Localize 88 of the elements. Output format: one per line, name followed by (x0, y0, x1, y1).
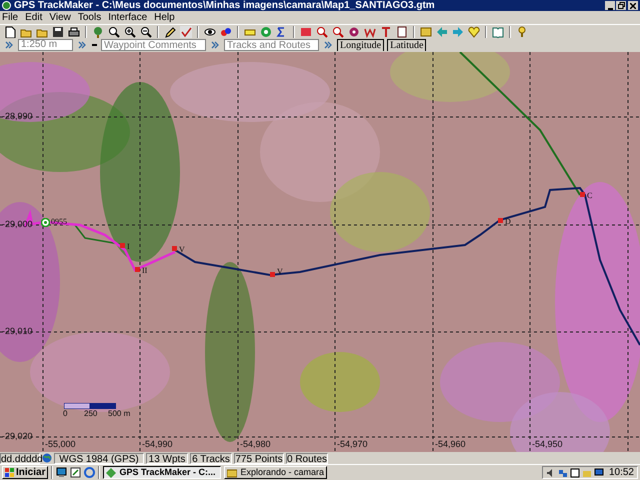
zoom-in-icon[interactable] (124, 26, 136, 38)
waypoint-marker-icon (580, 192, 585, 197)
scale-bar-icon (64, 403, 116, 409)
zoom-icon[interactable] (316, 26, 328, 38)
waypoint-flag-icon (41, 218, 50, 227)
waypoint-label: II (142, 267, 148, 275)
desktop-icon[interactable] (56, 467, 68, 478)
close-icon (630, 2, 636, 8)
pencil-icon[interactable] (70, 467, 82, 478)
latitude-label: -29,010 (2, 327, 33, 336)
menu-item[interactable]: Edit (25, 11, 42, 24)
status-text: 775 Points (234, 452, 284, 464)
menu-item[interactable]: File (2, 11, 18, 24)
waypoint-label: D (505, 218, 511, 226)
heart-icon[interactable] (468, 26, 480, 38)
print-icon[interactable] (68, 26, 80, 38)
longitude-label: -54,980 (240, 440, 271, 449)
coordinate-label: Longitude (337, 39, 384, 51)
book-icon[interactable] (492, 26, 504, 38)
waypoint-label: I (127, 243, 130, 251)
minimize-button[interactable] (605, 1, 615, 10)
status-text: 13 Wpts (146, 452, 188, 464)
longitude-label: -54,990 (142, 440, 173, 449)
menu-item[interactable]: Tools (78, 11, 102, 24)
folder-icon (227, 468, 238, 478)
save-icon[interactable] (52, 26, 64, 38)
coordinate-label: Latitude (387, 39, 426, 51)
waypoint-label: V (179, 246, 185, 254)
new-file-icon[interactable] (4, 26, 16, 38)
double-chevron-icon[interactable] (78, 41, 86, 49)
double-chevron-icon[interactable] (324, 41, 332, 49)
windows-logo-icon (5, 468, 14, 477)
restore-button[interactable] (616, 1, 626, 10)
clock-text: 10:52 (608, 467, 634, 478)
app-icon (106, 468, 116, 478)
scale-label: 250 (84, 410, 98, 418)
target-icon[interactable] (260, 26, 272, 38)
zoom-out-icon[interactable] (140, 26, 152, 38)
longitude-label: -54,950 (532, 440, 563, 449)
waypoint-marker-icon (135, 267, 140, 272)
longitude-label: -54,970 (337, 440, 368, 449)
document-icon[interactable] (396, 26, 408, 38)
start-button[interactable]: Iniciar (2, 466, 48, 479)
minimize-icon (608, 8, 612, 10)
waypoint-marker-icon (120, 243, 125, 248)
monitor-icon[interactable] (594, 468, 604, 478)
taskbar-button[interactable]: Explorando - camara (224, 466, 328, 479)
browser-icon[interactable] (84, 467, 96, 478)
status-text: 6 Tracks (190, 452, 232, 464)
latitude-label: -29,020 (2, 432, 33, 441)
gear-icon[interactable] (348, 26, 360, 38)
double-chevron-icon[interactable] (5, 41, 13, 49)
scale-label: 0 (63, 410, 68, 418)
double-chevron-icon[interactable] (211, 41, 219, 49)
menu-item[interactable]: Interface (108, 11, 148, 24)
waypoint-icon[interactable] (300, 26, 312, 38)
calendar-icon[interactable] (570, 468, 580, 478)
menu-item[interactable]: Help (154, 11, 175, 24)
status-text: 0 Routes (286, 452, 328, 464)
waypoint-marker-icon (498, 218, 503, 223)
status-text: dd.ddddd (0, 452, 40, 464)
help-icon[interactable] (516, 26, 528, 38)
latitude-label: -28,990 (2, 112, 33, 121)
t-icon[interactable] (380, 26, 392, 38)
waypoint-comments-field[interactable]: Waypoint Comments (101, 39, 206, 51)
window-title: GPS TrackMaker - C:\Meus documentos\Minhas imagens\camara\Map1_SANTIAGO3.gtm (14, 0, 436, 11)
network-icon[interactable] (558, 468, 568, 478)
zoom-icon[interactable] (108, 26, 120, 38)
check-icon[interactable] (180, 26, 192, 38)
menu-item[interactable]: View (49, 11, 71, 24)
longitude-label: -54,960 (435, 440, 466, 449)
taskbar-button[interactable]: GPS TrackMaker - C:... (103, 466, 222, 479)
eye-icon[interactable] (204, 26, 216, 38)
tracks-routes-field[interactable]: Tracks and Routes (224, 39, 319, 51)
color-dots-icon[interactable] (220, 26, 232, 38)
waypoint-marker-icon (270, 272, 275, 277)
longitude-label: -55,000 (45, 440, 76, 449)
waypoint-label: C (587, 192, 592, 200)
scale-field[interactable]: 1:250 m (18, 39, 73, 51)
app-globe-icon (2, 1, 11, 10)
restore-icon (618, 2, 624, 9)
zoom-icon[interactable] (332, 26, 344, 38)
close-button[interactable] (628, 1, 638, 10)
status-text: WGS 1984 (GPS) (54, 452, 144, 464)
waypoint-marker-icon (172, 246, 177, 251)
waypoint-label: 0955 (51, 218, 67, 226)
latitude-label: -29,000 (2, 220, 33, 229)
scale-label: 500 m (108, 410, 130, 418)
